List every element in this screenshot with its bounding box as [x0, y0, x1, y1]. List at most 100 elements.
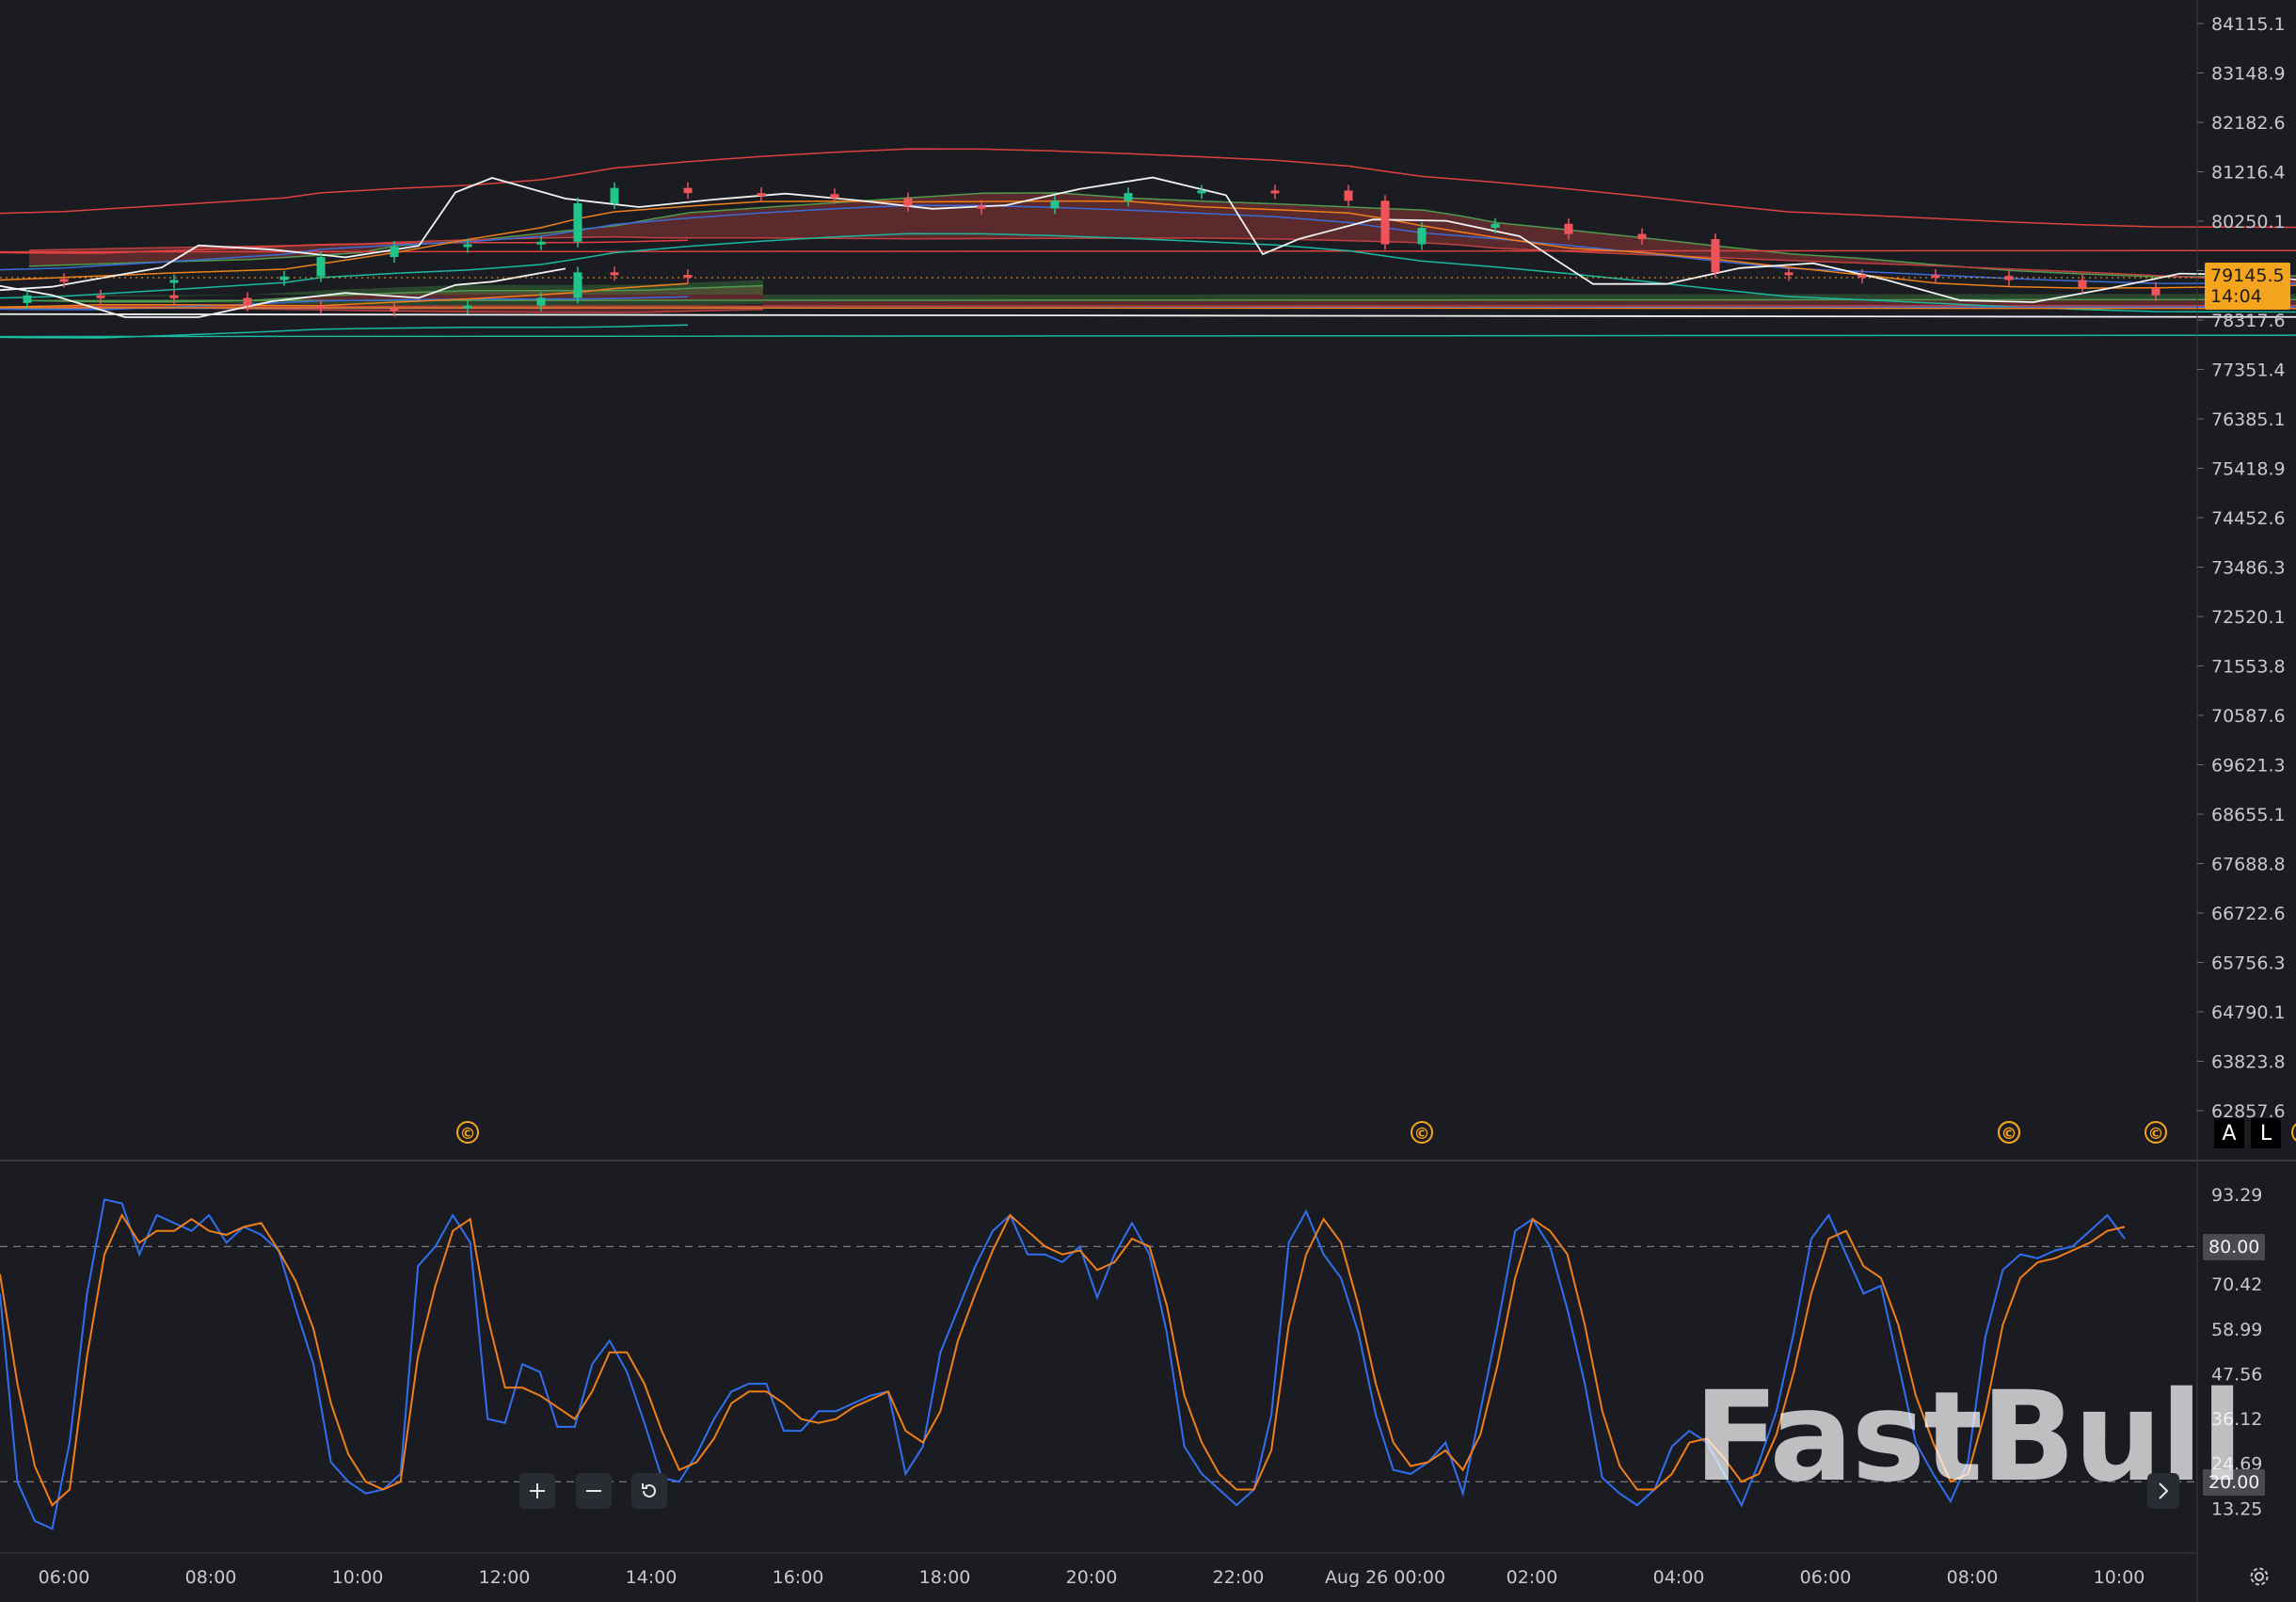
candle-body: [463, 244, 472, 248]
candle-body: [1564, 223, 1573, 234]
current-price-countdown: 14:04: [2210, 286, 2262, 307]
time-tick-label: 02:00: [1507, 1567, 1558, 1588]
price-tick-label: 66722.6: [2211, 904, 2286, 924]
price-tick-label: 69621.3: [2211, 756, 2286, 777]
candle-body: [1344, 190, 1353, 201]
candle-body: [2151, 287, 2160, 296]
price-tick-label: 82182.6: [2211, 113, 2286, 134]
chart-canvas[interactable]: ©©©©©©© 84115.183148.982182.681216.48025…: [0, 0, 2296, 1602]
time-tick-label: 20:00: [1066, 1567, 1118, 1588]
candle-body: [1197, 190, 1206, 194]
candle-body: [1711, 239, 1720, 273]
settings-icon: [2250, 1567, 2269, 1586]
zoom-out-icon: [586, 1490, 601, 1492]
price-tick-label: 78317.6: [2211, 311, 2286, 331]
candle-body: [1050, 200, 1060, 209]
scroll-right-icon: [2159, 1482, 2169, 1499]
price-tick-label: 75418.9: [2211, 459, 2286, 480]
reset-icon: [642, 1483, 656, 1498]
auto-scale-button[interactable]: A: [2214, 1118, 2244, 1148]
time-tick-label: 10:00: [332, 1567, 384, 1588]
price-tick-label: 77351.4: [2211, 360, 2286, 381]
candle-body: [1124, 193, 1133, 201]
event-marker: ©: [2145, 1121, 2167, 1144]
time-tick-label: Aug 26 00:00: [1325, 1567, 1445, 1588]
osc-upper-level-tag: 80.00: [2203, 1234, 2266, 1260]
zoom-in-icon: [530, 1483, 545, 1498]
time-tick-label: 08:00: [185, 1567, 237, 1588]
candle-body: [977, 205, 986, 209]
time-tick-label: 04:00: [1653, 1567, 1705, 1588]
time-tick-label: 12:00: [479, 1567, 531, 1588]
time-tick-label: 14:00: [626, 1567, 678, 1588]
time-tick-label: 10:00: [2094, 1567, 2145, 1588]
candle-body: [536, 297, 546, 306]
candle-body: [573, 272, 582, 298]
price-tick-label: 80250.1: [2211, 212, 2286, 232]
price-tick-label: 73486.3: [2211, 558, 2286, 579]
candle-body: [390, 247, 399, 258]
event-marker-symbol: ©: [1414, 1125, 1430, 1144]
price-tick-label: 67688.8: [2211, 855, 2286, 875]
candle-body: [610, 272, 619, 276]
candle-body: [683, 275, 693, 279]
osc-tick-label: 93.29: [2211, 1185, 2262, 1206]
candle-body: [1491, 223, 1500, 229]
event-marker: ©: [456, 1121, 479, 1144]
price-tick-label: 84115.1: [2211, 14, 2286, 35]
price-tick-label: 72520.1: [2211, 607, 2286, 628]
current-price-value: 79145.5: [2210, 265, 2285, 286]
price-tick-label: 76385.1: [2211, 409, 2286, 430]
time-tick-label: 08:00: [1947, 1567, 1999, 1588]
event-marker: ©: [1998, 1121, 2020, 1144]
price-tick-label: 70587.6: [2211, 706, 2286, 727]
zoom-in-button[interactable]: [519, 1473, 555, 1509]
candle-body: [573, 202, 582, 242]
event-marker: ©: [2291, 1123, 2296, 1144]
osc-tick-label: 70.42: [2211, 1274, 2262, 1295]
candle-body: [316, 305, 326, 309]
price-tick-label: 74452.6: [2211, 508, 2286, 529]
time-tick-label: 22:00: [1213, 1567, 1265, 1588]
candle-body: [757, 193, 766, 197]
time-tick-label: 18:00: [919, 1567, 971, 1588]
candle-body: [1270, 190, 1280, 194]
event-marker-symbol: ©: [2001, 1125, 2017, 1144]
candle-body: [1417, 228, 1427, 245]
zoom-out-button[interactable]: [576, 1473, 612, 1509]
candle-body: [96, 295, 105, 298]
price-tick-label: 63823.8: [2211, 1052, 2286, 1073]
scroll-right-button[interactable]: [2147, 1473, 2179, 1509]
time-tick-label: 06:00: [1800, 1567, 1852, 1588]
candle-body: [1380, 200, 1390, 245]
candle-body: [1858, 275, 1867, 279]
price-tick-label: 71553.8: [2211, 657, 2286, 678]
current-price-tag: 79145.5 14:04: [2205, 263, 2290, 310]
reset-button[interactable]: [631, 1473, 667, 1509]
event-marker-symbol: ©: [460, 1125, 476, 1144]
settings-button[interactable]: [2243, 1561, 2275, 1593]
time-tick-label: 16:00: [773, 1567, 824, 1588]
candle-body: [316, 257, 326, 277]
osc-tick-label: 58.99: [2211, 1320, 2262, 1340]
candle-body: [610, 187, 619, 203]
price-tick-label: 65756.3: [2211, 953, 2286, 974]
time-tick-label: 06:00: [39, 1567, 90, 1588]
price-tick-label: 81216.4: [2211, 163, 2286, 184]
candle-body: [59, 279, 69, 282]
candle-body: [169, 280, 179, 283]
candle-body: [2004, 276, 2014, 280]
candle-body: [1637, 233, 1647, 240]
candle-body: [279, 276, 289, 280]
price-tick-label: 83148.9: [2211, 64, 2286, 85]
candle-body: [23, 295, 32, 303]
candle-body: [1784, 272, 1794, 276]
log-scale-button[interactable]: L: [2251, 1118, 2281, 1148]
candle-body: [903, 198, 913, 206]
price-tick-label: 64790.1: [2211, 1002, 2286, 1023]
candle-body: [536, 241, 546, 245]
candle-body: [683, 187, 693, 194]
candle-body: [390, 308, 399, 312]
event-marker-symbol: ©: [2148, 1125, 2164, 1144]
candle-body: [830, 194, 839, 199]
